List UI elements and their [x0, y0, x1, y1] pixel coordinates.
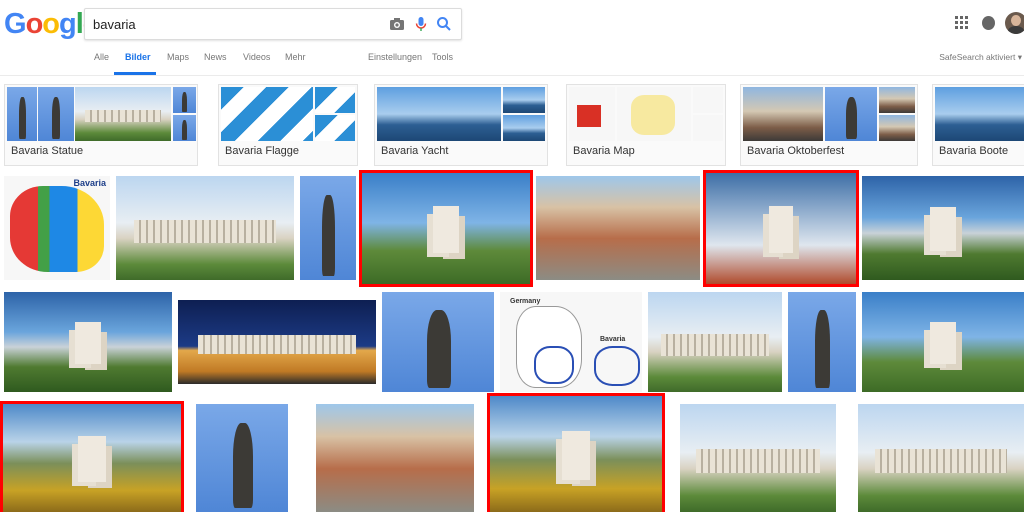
- image-result-neuschwanstein-winter-highlighted[interactable]: [706, 173, 856, 284]
- chip-thumbnail: [75, 87, 171, 141]
- chip-thumbnail: [693, 87, 723, 113]
- image-result-germany-map[interactable]: Germany Bavaria: [500, 292, 642, 392]
- image-result-statue-forest[interactable]: [196, 404, 288, 512]
- image-result-neuschwanstein-highlighted[interactable]: [362, 173, 530, 284]
- chip-thumbnail: [315, 87, 355, 113]
- chip-thumbnail: [38, 87, 74, 141]
- chip-thumbnail: [569, 87, 615, 141]
- search-icon[interactable]: [435, 15, 453, 33]
- image-result-neuschwanstein-valley[interactable]: [4, 292, 172, 392]
- chip-label: Bavaria Boote: [939, 145, 1009, 157]
- map-label-germany: Germany: [510, 298, 541, 305]
- caret-down-icon: ▾: [1017, 52, 1022, 62]
- related-chip-oktoberfest[interactable]: Bavaria Oktoberfest: [740, 84, 918, 166]
- tab-more[interactable]: Mehr: [285, 52, 306, 62]
- search-input[interactable]: [93, 15, 373, 33]
- chip-thumbnail: [617, 87, 691, 141]
- image-result-hall-of-fame[interactable]: [680, 404, 836, 512]
- tab-all[interactable]: Alle: [94, 52, 109, 62]
- safesearch-toggle[interactable]: SafeSearch aktiviert ▾: [939, 52, 1022, 63]
- image-result-bavaria-map[interactable]: Bavaria: [4, 176, 110, 280]
- tab-maps[interactable]: Maps: [167, 52, 189, 62]
- image-result-bavaria-statue[interactable]: [300, 176, 356, 280]
- chip-thumbnail: [879, 115, 915, 141]
- image-result-statue-portrait[interactable]: [788, 292, 856, 392]
- related-chip-map[interactable]: Bavaria Map: [566, 84, 726, 166]
- microphone-icon[interactable]: [412, 15, 430, 33]
- chip-thumbnail: [377, 87, 501, 141]
- search-box: [84, 8, 462, 40]
- chip-thumbnail: [7, 87, 37, 141]
- chip-label: Bavaria Statue: [11, 145, 84, 157]
- image-result-ruhmeshalle-statue[interactable]: [648, 292, 782, 392]
- image-result-neuschwanstein-summer[interactable]: [862, 292, 1024, 392]
- chip-thumbnail: [221, 87, 313, 141]
- avatar[interactable]: [1005, 12, 1024, 34]
- header-divider: [0, 75, 1024, 76]
- related-chip-boats[interactable]: Bavaria Boote: [932, 84, 1024, 166]
- chip-thumbnail: [935, 87, 1024, 141]
- image-result-statue-closeup[interactable]: [382, 292, 494, 392]
- map-label-bavaria: Bavaria: [600, 336, 626, 343]
- related-chip-yacht[interactable]: Bavaria Yacht: [374, 84, 548, 166]
- tools-link[interactable]: Tools: [432, 52, 453, 62]
- related-chip-flag[interactable]: Bavaria Flagge: [218, 84, 358, 166]
- camera-icon[interactable]: [388, 15, 406, 33]
- image-result-castle-autumn-highlighted[interactable]: [3, 404, 181, 512]
- chip-label: Bavaria Map: [573, 145, 635, 157]
- chip-thumbnail: [693, 115, 723, 141]
- chip-label: Bavaria Oktoberfest: [747, 145, 845, 157]
- image-result-neuschwanstein-alps[interactable]: [862, 176, 1024, 280]
- chip-thumbnail: [503, 115, 545, 141]
- chip-thumbnail: [743, 87, 823, 141]
- image-result-ruhmeshalle[interactable]: [116, 176, 294, 280]
- related-chip-statue[interactable]: Bavaria Statue: [4, 84, 198, 166]
- image-result-hall-of-fame-wide[interactable]: [858, 404, 1024, 512]
- map-label: Bavaria: [73, 178, 106, 188]
- chip-thumbnail: [173, 87, 196, 113]
- chip-thumbnail: [879, 87, 915, 113]
- image-result-castle-valley-highlighted[interactable]: [490, 396, 662, 512]
- safesearch-label: SafeSearch aktiviert: [939, 52, 1016, 62]
- chip-thumbnail: [315, 115, 355, 141]
- image-result-rothenburg-tower[interactable]: [316, 404, 474, 512]
- apps-icon[interactable]: [955, 16, 969, 30]
- notifications-icon[interactable]: [982, 16, 995, 30]
- chip-thumbnail: [825, 87, 877, 141]
- chip-label: Bavaria Flagge: [225, 145, 299, 157]
- image-result-rothenburg[interactable]: [536, 176, 700, 280]
- image-result-ruhmeshalle-night[interactable]: [178, 300, 376, 384]
- tab-news[interactable]: News: [204, 52, 227, 62]
- chip-thumbnail: [503, 87, 545, 113]
- tab-images[interactable]: Bilder: [125, 52, 151, 62]
- tab-videos[interactable]: Videos: [243, 52, 270, 62]
- chip-label: Bavaria Yacht: [381, 145, 449, 157]
- settings-link[interactable]: Einstellungen: [368, 52, 422, 62]
- chip-thumbnail: [173, 115, 196, 141]
